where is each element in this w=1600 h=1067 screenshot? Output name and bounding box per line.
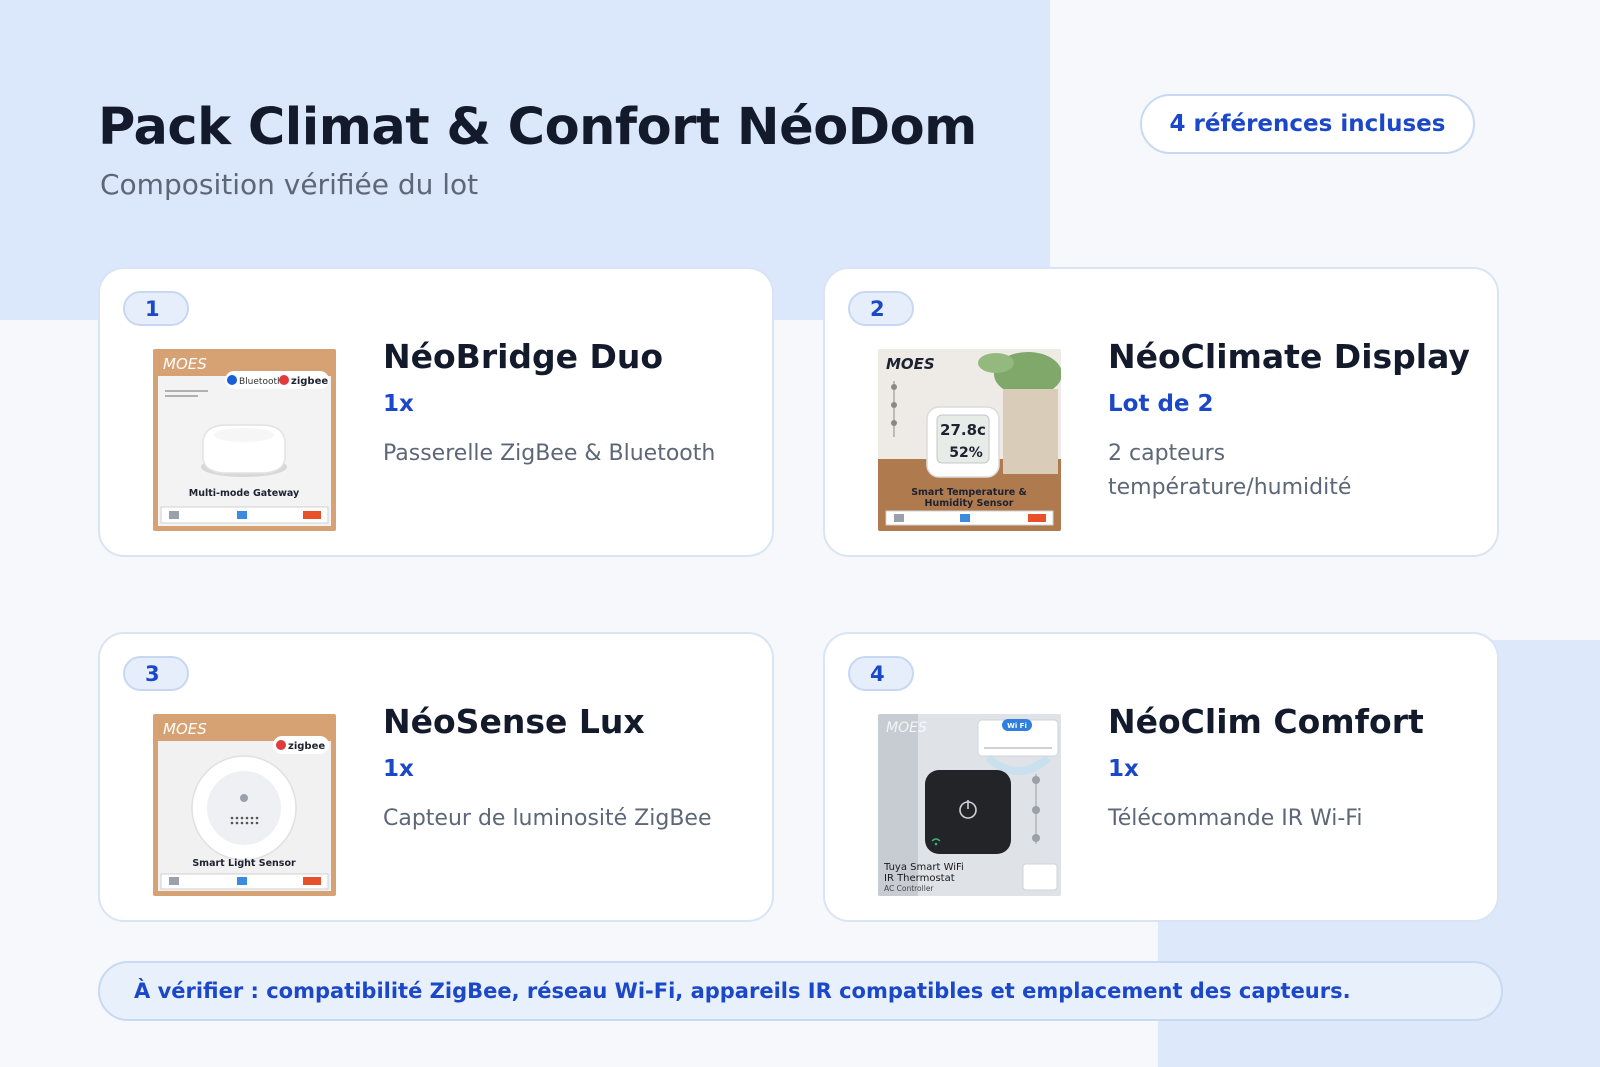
product-card-1: 1 MOES Bluetooth zigbee Multi-mode Gatew… (98, 267, 774, 557)
image-reading-humidity: 52% (949, 445, 983, 461)
product-index-badge: 1 (123, 291, 189, 326)
product-card-2: 2 MOES 27.8c 52% Smart Temperature & Hum… (823, 267, 1499, 557)
product-description: Télécommande IR Wi-Fi (1108, 806, 1363, 831)
product-image-temp-sensor: MOES 27.8c 52% Smart Temperature & Humid… (878, 349, 1061, 531)
image-brand-text: MOES (886, 720, 927, 736)
product-quantity: Lot de 2 (1108, 391, 1214, 417)
product-card-3: 3 MOES zigbee Smart Light Sensor NéoSens… (98, 632, 774, 922)
product-quantity: 1x (383, 391, 414, 417)
image-brand-text: MOES (163, 355, 207, 373)
product-name: NéoBridge Duo (383, 337, 664, 376)
reference-count-badge: 4 références incluses (1140, 94, 1475, 154)
image-caption-line-1: Smart Temperature & (911, 487, 1027, 498)
verification-note: À vérifier : compatibilité ZigBee, résea… (98, 961, 1503, 1021)
product-card-4: 4 Wi Fi MOES Tuya Smart WiFi IR Thermost… (823, 632, 1499, 922)
image-caption: Multi-mode Gateway (189, 488, 300, 499)
image-badge-bluetooth: Bluetooth (239, 377, 283, 387)
product-description: 2 capteurs température/humidité (1108, 441, 1352, 500)
product-index-badge: 4 (848, 656, 914, 691)
product-image-light-sensor: MOES zigbee Smart Light Sensor (153, 714, 336, 896)
product-index-badge: 3 (123, 656, 189, 691)
product-image-ir-controller: Wi Fi MOES Tuya Smart WiFi IR Thermostat… (878, 714, 1061, 896)
product-quantity: 1x (1108, 756, 1139, 782)
product-quantity: 1x (383, 756, 414, 782)
image-brand-text: MOES (163, 720, 207, 738)
product-description: Capteur de luminosité ZigBee (383, 806, 712, 831)
image-caption-line-2: Humidity Sensor (925, 498, 1014, 509)
product-description: Passerelle ZigBee & Bluetooth (383, 441, 716, 466)
image-brand-text: MOES (886, 355, 935, 373)
product-image-gateway: MOES Bluetooth zigbee Multi-mode Gateway (153, 349, 336, 531)
product-index-badge: 2 (848, 291, 914, 326)
page-subtitle: Composition vérifiée du lot (100, 168, 479, 201)
product-name: NéoSense Lux (383, 702, 645, 741)
image-badge-wifi: Wi Fi (1007, 722, 1027, 730)
image-reading-temp: 27.8c (940, 421, 986, 439)
image-badge-zigbee: zigbee (291, 376, 328, 387)
image-badge-zigbee: zigbee (288, 741, 325, 752)
image-caption-line-1: Tuya Smart WiFi (883, 862, 964, 873)
image-caption-line-3: AC Controller (884, 884, 934, 893)
image-caption: Smart Light Sensor (192, 858, 296, 869)
product-name: NéoClim Comfort (1108, 702, 1424, 741)
product-name: NéoClimate Display (1108, 337, 1470, 376)
image-caption-line-2: IR Thermostat (884, 873, 955, 884)
page-title: Pack Climat & Confort NéoDom (98, 98, 977, 157)
